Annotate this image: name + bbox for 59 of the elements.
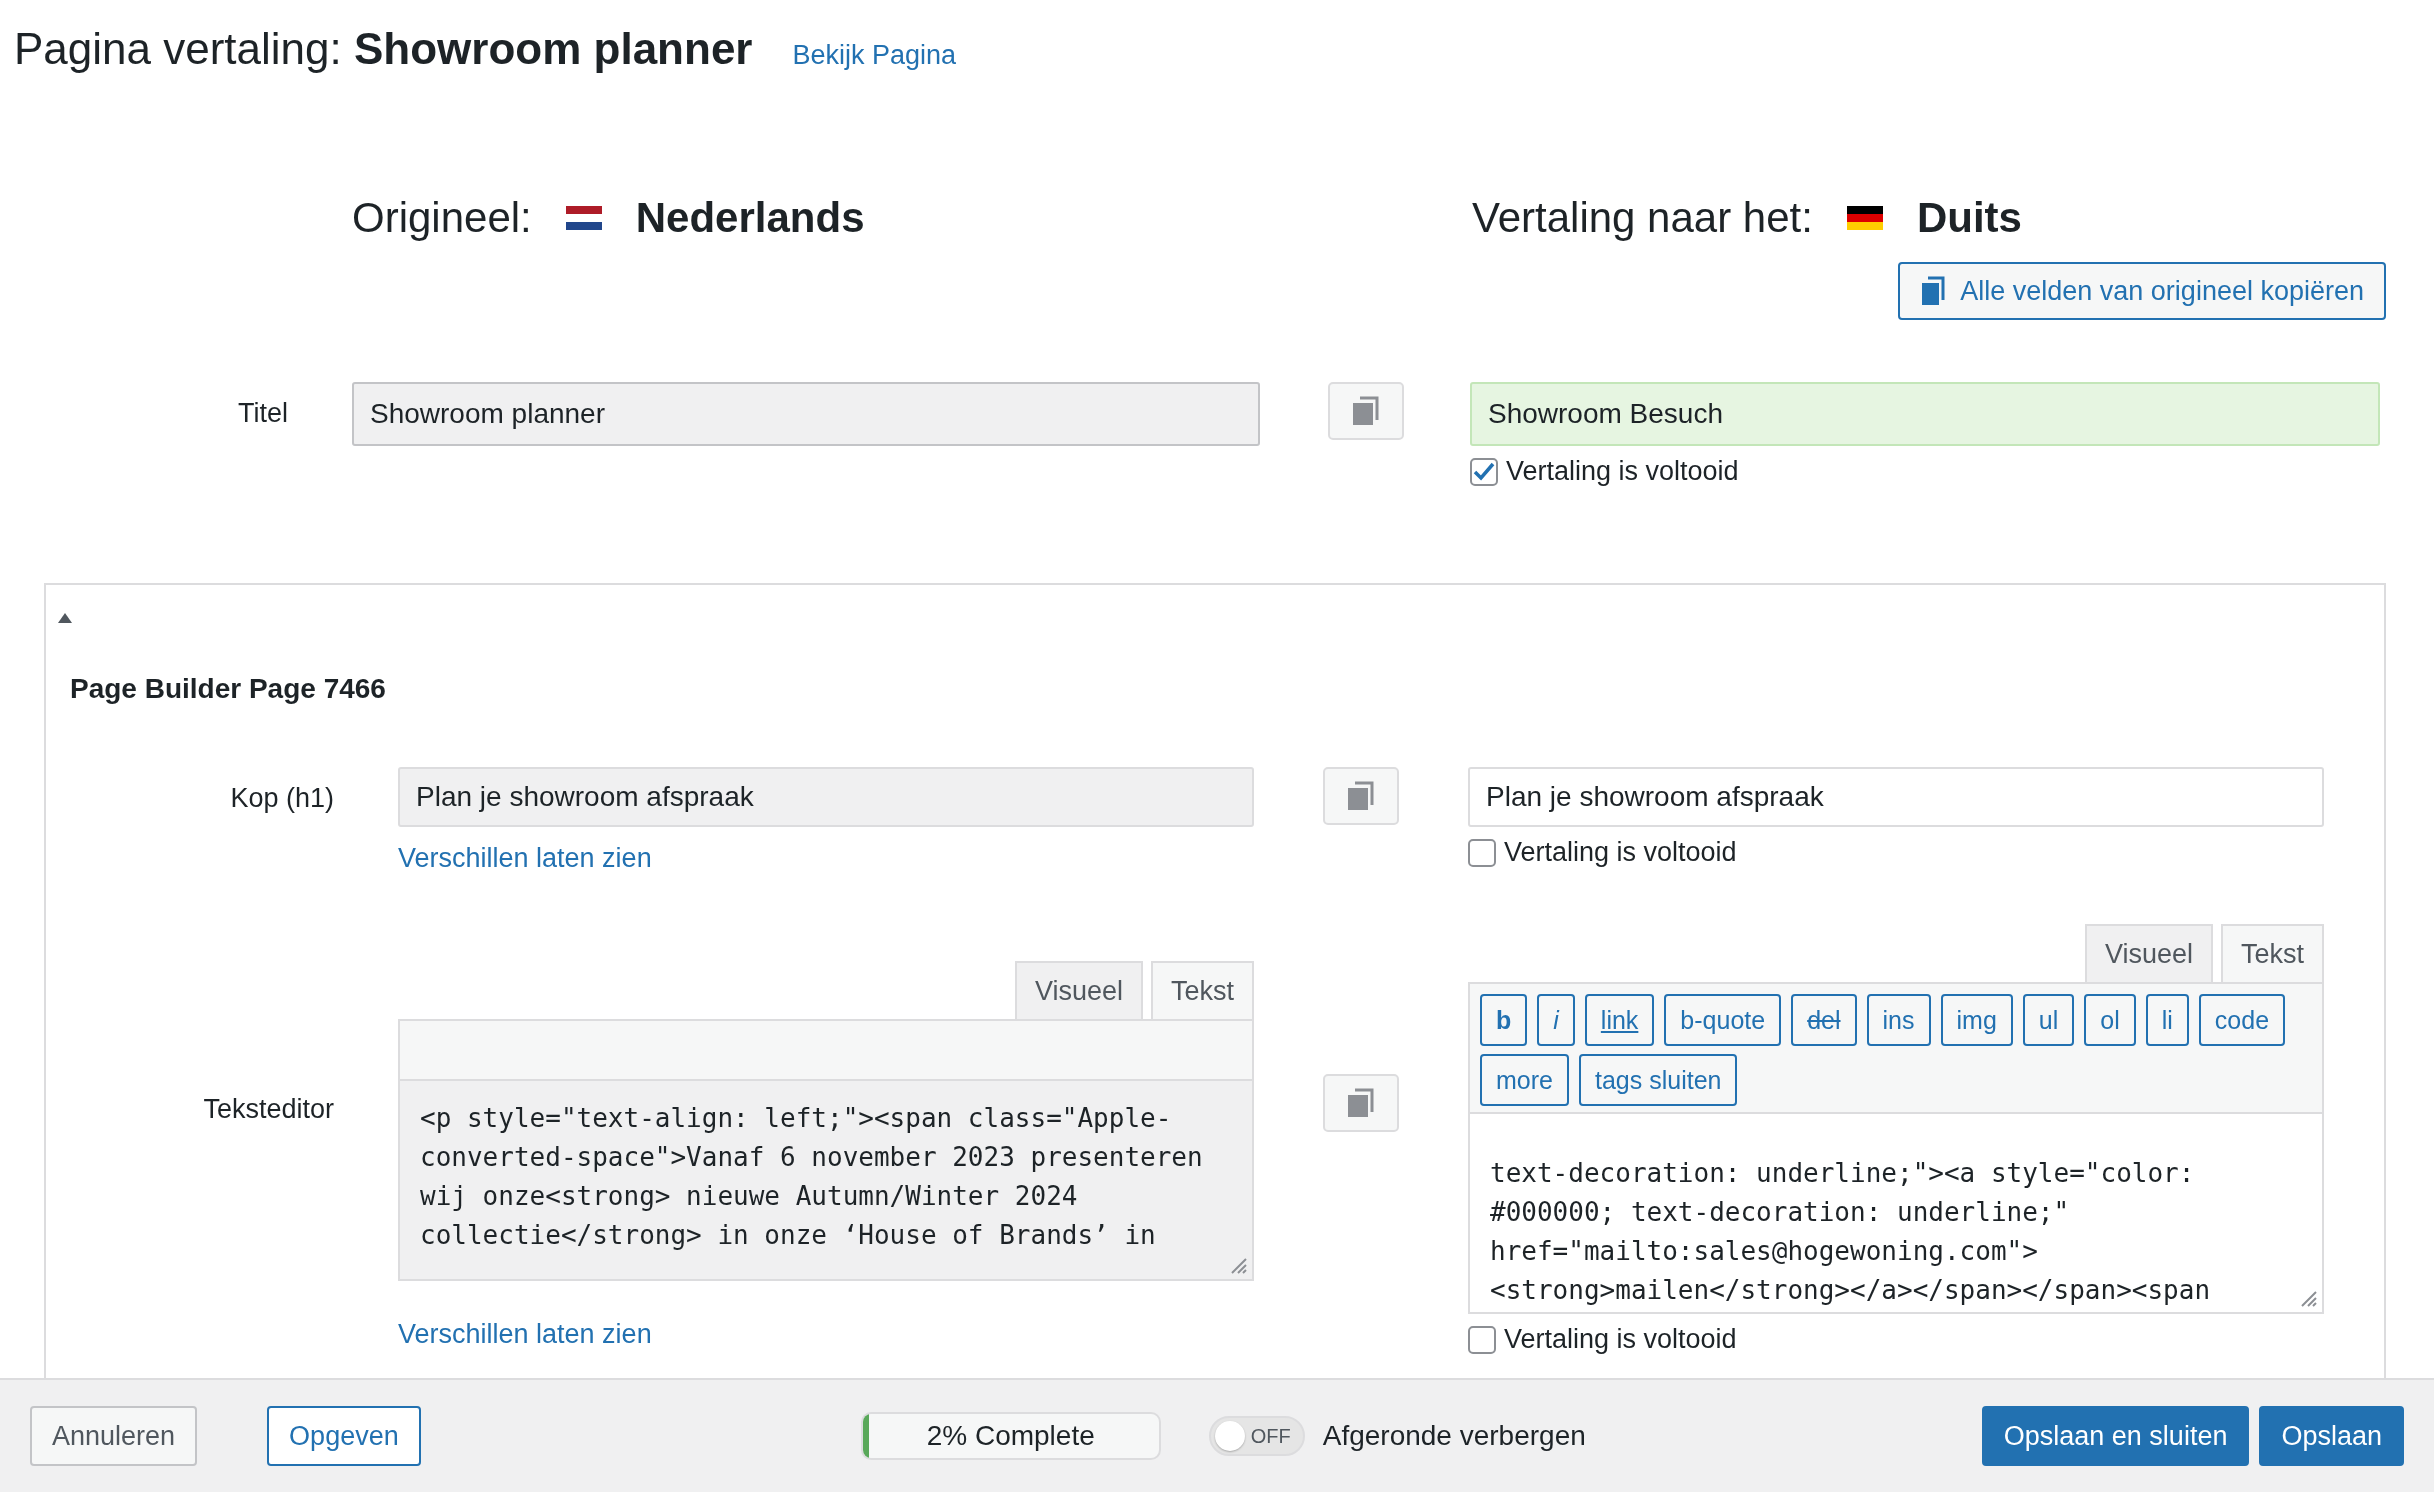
field-label: Kop (h1) [229, 782, 335, 814]
format-button[interactable]: ol [2084, 994, 2136, 1046]
copy-icon [1346, 780, 1376, 812]
format-button[interactable]: b-quote [1664, 994, 1782, 1046]
progress-label: 2% Complete [926, 1420, 1095, 1452]
format-button[interactable]: more [1480, 1054, 1569, 1106]
copy-icon [1920, 275, 1947, 307]
copy-button[interactable] [1323, 767, 1399, 825]
translation-field[interactable]: Showroom Besuch [1470, 382, 2380, 446]
diff-link[interactable]: Verschillen laten zien [398, 1319, 652, 1349]
translation-code-field[interactable]: text-decoration: underline;"><a style="color: #000000; text-decoration: underline;" href="mailto:sales@hogewoning.com"> <strong>mailen</strong></a></span></span><span [1468, 1114, 2324, 1314]
field-label: Titel [237, 397, 289, 429]
translation-field[interactable]: Plan je showroom afspraak [1468, 767, 2324, 827]
editor-tab[interactable]: Tekst [1150, 961, 1254, 1019]
editor-tab[interactable]: Visueel [2084, 924, 2213, 982]
checkbox-label: Vertaling is voltooid [1504, 1324, 1737, 1355]
copy-icon [1346, 1087, 1376, 1119]
checkbox-label: Vertaling is voltooid [1504, 837, 1737, 868]
format-button[interactable]: link [1584, 994, 1655, 1046]
diff-link[interactable]: Verschillen laten zien [398, 843, 652, 873]
save-close-button[interactable]: Opslaan en sluiten [1981, 1406, 2250, 1466]
format-button[interactable]: ins [1866, 994, 1931, 1046]
editor-tab[interactable]: Tekst [2220, 924, 2324, 982]
checkbox[interactable] [1468, 838, 1496, 867]
copy-button[interactable] [1323, 1074, 1399, 1132]
language-name: Duits [1916, 194, 2022, 242]
translation-label: Vertaling naar het: [1472, 194, 1813, 242]
format-button[interactable]: del [1791, 994, 1857, 1046]
copy-button[interactable] [1328, 382, 1404, 440]
editor-tab[interactable]: Visueel [1014, 961, 1143, 1019]
original-code-field: <p style="text-align: left;"><span class="Apple- converted-space">Vanaf 6 november 2023 presenteren wij onze<strong> nieuwe Autumn/Winter 2024 collectie</strong> in onze ‘House of Brands’ in [398, 1081, 1254, 1281]
collapse-icon[interactable] [56, 611, 74, 625]
copy-icon [1351, 395, 1381, 427]
format-button[interactable]: b [1480, 994, 1528, 1046]
language-name: Nederlands [635, 194, 865, 242]
page-title: Pagina vertaling: Showroom planner [14, 24, 753, 74]
checkbox[interactable] [1470, 457, 1498, 486]
format-button[interactable]: i [1537, 994, 1575, 1046]
submit-button[interactable]: Opgeven [267, 1406, 421, 1466]
toggle-switch[interactable]: OFF [1208, 1416, 1305, 1456]
checkbox[interactable] [1468, 1325, 1496, 1354]
format-button[interactable]: li [2145, 994, 2189, 1046]
field-label: Teksteditor [202, 1093, 335, 1125]
flag-icon [565, 206, 602, 230]
format-button[interactable]: tags sluiten [1578, 1054, 1738, 1106]
original-field: Showroom planner [352, 382, 1260, 446]
save-button[interactable]: Opslaan [2259, 1406, 2404, 1466]
original-field: Plan je showroom afspraak [398, 767, 1254, 827]
checkbox-label: Vertaling is voltooid [1506, 456, 1739, 487]
format-button[interactable]: img [1940, 994, 2013, 1046]
copy-all-button[interactable]: Alle velden van origineel kopiëren [1898, 262, 2386, 320]
format-button[interactable]: code [2198, 994, 2286, 1046]
toggle-label: Afgeronde verbergen [1322, 1420, 1586, 1452]
section-title: Page Builder Page 7466 [69, 672, 387, 705]
cancel-button[interactable]: Annuleren [30, 1406, 198, 1466]
view-page-link[interactable]: Bekijk Pagina [792, 40, 957, 71]
format-button[interactable]: ul [2022, 994, 2075, 1046]
original-label: Origineel: [352, 194, 532, 242]
flag-icon [1846, 206, 1883, 230]
